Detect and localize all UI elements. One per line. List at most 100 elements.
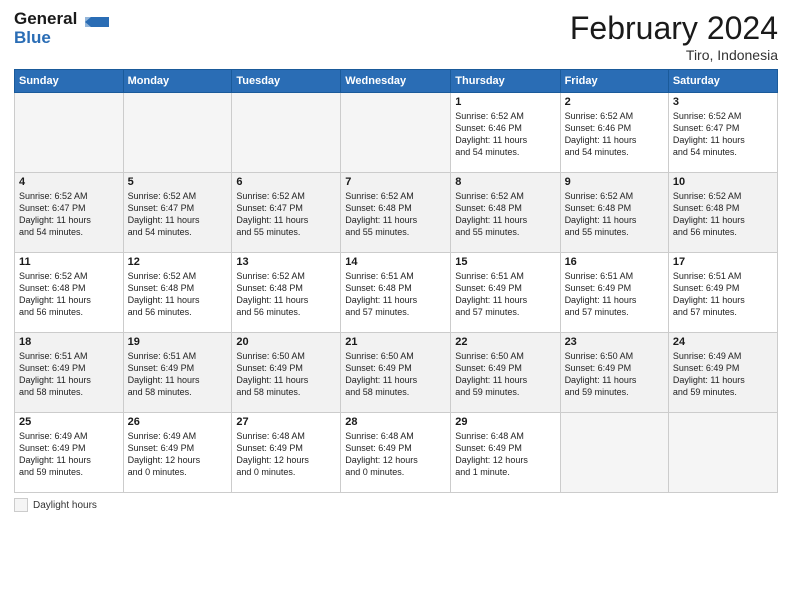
day-number: 16 — [565, 256, 664, 268]
calendar-cell: 17Sunrise: 6:51 AM Sunset: 6:49 PM Dayli… — [668, 253, 777, 333]
header-cell-sunday: Sunday — [15, 70, 124, 93]
calendar-cell: 11 Sunrise: 6:52 AM Sunset: 6:48 PM Dayli… — [15, 253, 124, 333]
day-info: Sunrise: 6:51 AM Sunset: 6:49 PM Dayligh… — [565, 270, 664, 319]
day-number: 9 — [565, 176, 664, 188]
day-info: Sunrise: 6:52 AM Sunset: 6:48 PM Dayligh… — [19, 270, 119, 319]
day-number: 29 — [455, 416, 555, 428]
day-number: 6 — [236, 176, 336, 188]
header-cell-monday: Monday — [123, 70, 232, 93]
calendar-cell: 8 Sunrise: 6:52 AM Sunset: 6:48 PM Daylig… — [451, 173, 560, 253]
calendar-cell: 22Sunrise: 6:50 AM Sunset: 6:49 PM Dayli… — [451, 333, 560, 413]
header-cell-saturday: Saturday — [668, 70, 777, 93]
calendar-row: 4Sunrise: 6:52 AM Sunset: 6:47 PM Daylig… — [15, 173, 778, 253]
day-info: Sunrise: 6:49 AM Sunset: 6:49 PM Dayligh… — [673, 350, 773, 399]
calendar-cell: 21Sunrise: 6:50 AM Sunset: 6:49 PM Dayli… — [341, 333, 451, 413]
day-number: 10 — [673, 176, 773, 188]
calendar-cell: 25Sunrise: 6:49 AM Sunset: 6:49 PM Dayli… — [15, 413, 124, 493]
calendar-cell: 6Sunrise: 6:52 AM Sunset: 6:47 PM Daylig… — [232, 173, 341, 253]
day-info: Sunrise: 6:52 AM Sunset: 6:46 PM Dayligh… — [565, 110, 664, 159]
day-info: Sunrise: 6:51 AM Sunset: 6:49 PM Dayligh… — [455, 270, 555, 319]
logo-icon — [81, 9, 111, 44]
day-number: 3 — [673, 96, 773, 108]
location: Tiro, Indonesia — [570, 47, 778, 63]
calendar-cell — [232, 93, 341, 173]
day-info: Sunrise: 6:51 AM Sunset: 6:49 PM Dayligh… — [19, 350, 119, 399]
logo: General Blue — [14, 10, 111, 47]
day-info: Sunrise: 6:52 AM Sunset: 6:47 PM Dayligh… — [128, 190, 228, 239]
day-info: Sunrise: 6:51 AM Sunset: 6:48 PM Dayligh… — [345, 270, 446, 319]
calendar-cell: 3 Sunrise: 6:52 AM Sunset: 6:47 PM Daylig… — [668, 93, 777, 173]
calendar-cell: 28Sunrise: 6:48 AM Sunset: 6:49 PM Dayli… — [341, 413, 451, 493]
calendar-cell: 15Sunrise: 6:51 AM Sunset: 6:49 PM Dayli… — [451, 253, 560, 333]
calendar-cell: 5 Sunrise: 6:52 AM Sunset: 6:47 PM Daylig… — [123, 173, 232, 253]
day-number: 12 — [128, 256, 228, 268]
calendar-cell: 18Sunrise: 6:51 AM Sunset: 6:49 PM Dayli… — [15, 333, 124, 413]
calendar-cell: 19 Sunrise: 6:51 AM Sunset: 6:49 PM Dayli… — [123, 333, 232, 413]
page-header: General Blue February 2024 Tiro, Indones… — [14, 10, 778, 63]
month-title: February 2024 — [570, 10, 778, 47]
day-info: Sunrise: 6:52 AM Sunset: 6:48 PM Dayligh… — [236, 270, 336, 319]
day-info: Sunrise: 6:52 AM Sunset: 6:47 PM Dayligh… — [19, 190, 119, 239]
day-number: 1 — [455, 96, 555, 108]
calendar-row: 1 Sunrise: 6:52 AM Sunset: 6:46 PM Daylig… — [15, 93, 778, 173]
calendar-cell: 7 Sunrise: 6:52 AM Sunset: 6:48 PM Daylig… — [341, 173, 451, 253]
calendar-body: 1 Sunrise: 6:52 AM Sunset: 6:46 PM Daylig… — [15, 93, 778, 493]
title-block: February 2024 Tiro, Indonesia — [570, 10, 778, 63]
day-number: 17 — [673, 256, 773, 268]
day-info: Sunrise: 6:49 AM Sunset: 6:49 PM Dayligh… — [128, 430, 228, 479]
day-info: Sunrise: 6:52 AM Sunset: 6:47 PM Dayligh… — [673, 110, 773, 159]
day-number: 7 — [345, 176, 446, 188]
day-info: Sunrise: 6:52 AM Sunset: 6:48 PM Dayligh… — [565, 190, 664, 239]
calendar-cell: 23 Sunrise: 6:50 AM Sunset: 6:49 PM Dayli… — [560, 333, 668, 413]
day-info: Sunrise: 6:50 AM Sunset: 6:49 PM Dayligh… — [455, 350, 555, 399]
day-number: 25 — [19, 416, 119, 428]
day-number: 20 — [236, 336, 336, 348]
calendar-cell: 2 Sunrise: 6:52 AM Sunset: 6:46 PM Daylig… — [560, 93, 668, 173]
day-number: 23 — [565, 336, 664, 348]
calendar-row: 25 Sunrise: 6:49 AM Sunset: 6:49 PM Dayli… — [15, 413, 778, 493]
calendar-row: 11 Sunrise: 6:52 AM Sunset: 6:48 PM Dayli… — [15, 253, 778, 333]
day-number: 14 — [345, 256, 446, 268]
day-info: Sunrise: 6:52 AM Sunset: 6:48 PM Dayligh… — [455, 190, 555, 239]
day-number: 5 — [128, 176, 228, 188]
calendar-cell: 9 Sunrise: 6:52 AM Sunset: 6:48 PM Daylig… — [560, 173, 668, 253]
day-number: 13 — [236, 256, 336, 268]
day-number: 27 — [236, 416, 336, 428]
calendar-cell — [560, 413, 668, 493]
day-number: 26 — [128, 416, 228, 428]
day-info: Sunrise: 6:51 AM Sunset: 6:49 PM Dayligh… — [128, 350, 228, 399]
calendar-cell: 4Sunrise: 6:52 AM Sunset: 6:47 PM Daylig… — [15, 173, 124, 253]
day-info: Sunrise: 6:52 AM Sunset: 6:48 PM Dayligh… — [345, 190, 446, 239]
calendar-cell: 29Sunrise: 6:48 AM Sunset: 6:49 PM Dayli… — [451, 413, 560, 493]
header-cell-friday: Friday — [560, 70, 668, 93]
day-number: 19 — [128, 336, 228, 348]
header-cell-wednesday: Wednesday — [341, 70, 451, 93]
header-cell-thursday: Thursday — [451, 70, 560, 93]
calendar-row: 18Sunrise: 6:51 AM Sunset: 6:49 PM Dayli… — [15, 333, 778, 413]
day-info: Sunrise: 6:48 AM Sunset: 6:49 PM Dayligh… — [345, 430, 446, 479]
header-row: SundayMondayTuesdayWednesdayThursdayFrid… — [15, 70, 778, 93]
calendar-cell: 14 Sunrise: 6:51 AM Sunset: 6:48 PM Dayli… — [341, 253, 451, 333]
day-info: Sunrise: 6:52 AM Sunset: 6:48 PM Dayligh… — [673, 190, 773, 239]
calendar-cell: 16 Sunrise: 6:51 AM Sunset: 6:49 PM Dayli… — [560, 253, 668, 333]
calendar-cell: 27Sunrise: 6:48 AM Sunset: 6:49 PM Dayli… — [232, 413, 341, 493]
day-info: Sunrise: 6:50 AM Sunset: 6:49 PM Dayligh… — [345, 350, 446, 399]
day-number: 11 — [19, 256, 119, 268]
calendar-cell — [668, 413, 777, 493]
calendar-cell: 12 Sunrise: 6:52 AM Sunset: 6:48 PM Dayli… — [123, 253, 232, 333]
logo-text-line1: General — [14, 10, 77, 29]
calendar-cell — [15, 93, 124, 173]
footer: Daylight hours — [14, 498, 778, 512]
day-info: Sunrise: 6:50 AM Sunset: 6:49 PM Dayligh… — [565, 350, 664, 399]
daylight-box-icon — [14, 498, 28, 512]
logo-text-line2: Blue — [14, 29, 77, 48]
header-cell-tuesday: Tuesday — [232, 70, 341, 93]
calendar-cell: 24Sunrise: 6:49 AM Sunset: 6:49 PM Dayli… — [668, 333, 777, 413]
calendar-cell — [123, 93, 232, 173]
daylight-label: Daylight hours — [33, 500, 97, 511]
day-number: 8 — [455, 176, 555, 188]
day-number: 2 — [565, 96, 664, 108]
day-info: Sunrise: 6:52 AM Sunset: 6:48 PM Dayligh… — [128, 270, 228, 319]
calendar-table: SundayMondayTuesdayWednesdayThursdayFrid… — [14, 69, 778, 493]
calendar-cell — [341, 93, 451, 173]
